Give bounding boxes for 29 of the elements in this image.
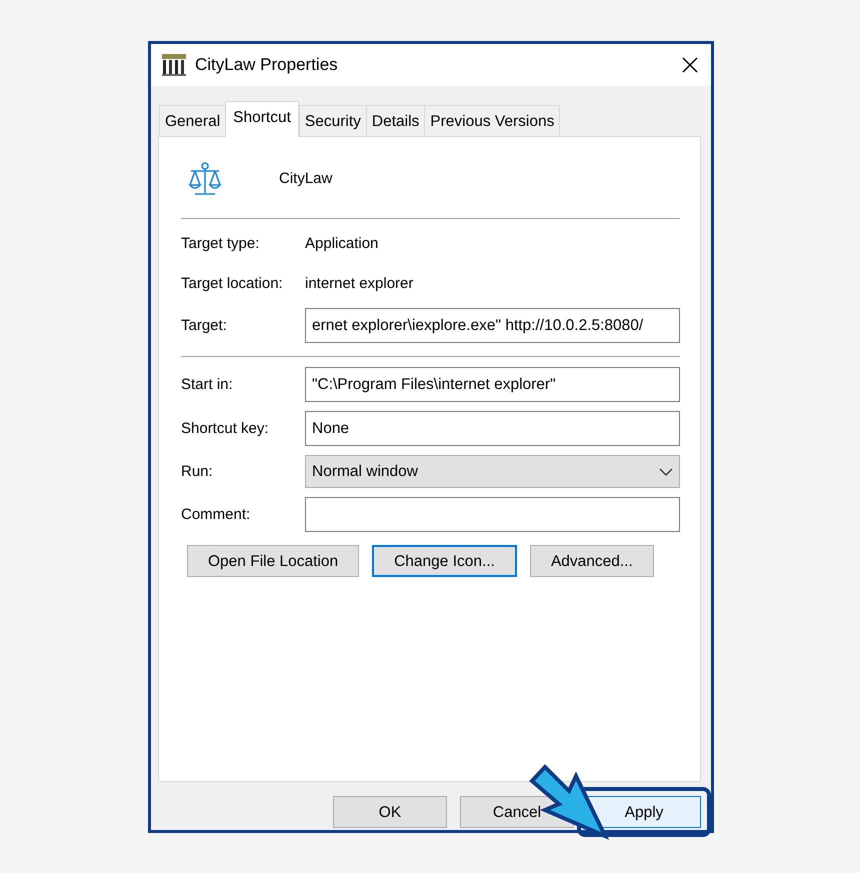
input-field[interactable]: None [305, 411, 680, 446]
dialog-button[interactable]: Change Icon... [372, 545, 517, 578]
field-value: Application [305, 234, 378, 254]
tab[interactable]: Previous Versions [424, 105, 560, 136]
input-field[interactable]: ernet explorer\iexplore.exe" http://10.0.2.5:8080/ [305, 308, 680, 344]
scales-icon [187, 161, 223, 198]
dialog-button[interactable]: Advanced... [530, 545, 654, 578]
field-label: Run: [181, 462, 214, 482]
field-label: Comment: [181, 504, 252, 524]
chevron-down-icon [659, 468, 673, 476]
input-field[interactable]: "C:\Program Files\internet explorer" [305, 367, 680, 402]
field-label: Shortcut key: [181, 418, 270, 438]
tab[interactable]: Security [298, 105, 367, 136]
dialog-button[interactable]: OK [333, 796, 447, 828]
app-icon [161, 53, 187, 77]
tab[interactable]: General [159, 105, 226, 136]
field-label: Start in: [181, 374, 234, 394]
dialog-button[interactable]: Apply [587, 796, 701, 828]
field-label: Target: [181, 316, 228, 336]
close-icon [681, 56, 699, 74]
input-field[interactable] [305, 497, 680, 532]
dialog-button[interactable]: Open File Location [187, 545, 360, 578]
tab[interactable]: Shortcut [225, 101, 299, 138]
run-dropdown[interactable]: Normal window [305, 455, 680, 488]
window-title: CityLaw Properties [195, 54, 339, 76]
field-label: Target type: [181, 234, 260, 254]
shortcut-name: CityLaw [279, 169, 332, 189]
field-value: internet explorer [305, 274, 414, 294]
field-label: Target location: [181, 274, 284, 294]
